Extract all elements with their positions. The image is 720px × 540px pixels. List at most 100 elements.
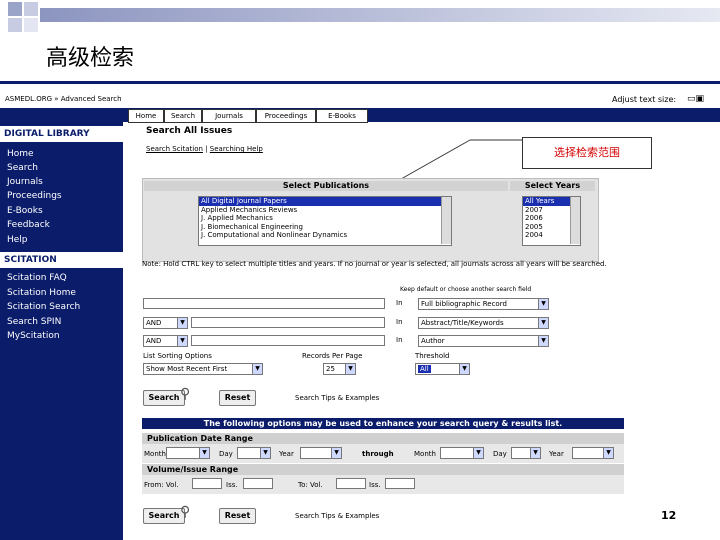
field-select-value: Full bibliographic Record	[421, 300, 507, 308]
to-issue-input[interactable]	[385, 478, 415, 489]
day-label: Day	[219, 450, 233, 458]
to-volume-input[interactable]	[336, 478, 366, 489]
search-tips-link[interactable]: Search Tips & Examples	[295, 394, 379, 402]
day-label: Day	[493, 450, 507, 458]
sidebar-item-home[interactable]: Home	[7, 149, 34, 159]
callout-select-scope: 选择检索范围	[522, 137, 652, 169]
select-years-header: Select Years	[510, 181, 595, 191]
tab-search[interactable]: Search	[164, 109, 202, 123]
from-day-select[interactable]: ▼	[237, 447, 271, 459]
month-label: Month	[414, 450, 436, 458]
list-item[interactable]: All Digital Journal Papers	[199, 197, 451, 206]
field-select-3[interactable]: Author ▼	[418, 335, 549, 347]
sidebar-item-ebooks[interactable]: E-Books	[7, 206, 43, 216]
sidebar-item-journals[interactable]: Journals	[7, 177, 43, 187]
list-item[interactable]: J. Biomechanical Engineering	[199, 223, 451, 232]
threshold-label: Threshold	[415, 352, 450, 360]
text-size-icons[interactable]: ▭▣	[687, 94, 704, 104]
selection-note: Note: Hold CTRL key to select multiple t…	[142, 260, 607, 268]
search-term-input-3[interactable]	[191, 335, 385, 346]
decor-square	[8, 2, 22, 16]
site-breadcrumb: ASMEDL.ORG » Advanced Search	[5, 95, 122, 103]
chevron-down-icon: ▼	[603, 448, 613, 458]
to-year-select[interactable]: ▼	[572, 447, 614, 459]
sidebar-section-scitation: SCITATION	[0, 252, 123, 268]
boolean-value: AND	[146, 319, 162, 327]
text-larger-icon[interactable]: ▣	[696, 94, 705, 104]
to-vol-label: To: Vol.	[298, 481, 323, 489]
search-scitation-link[interactable]: Search Scitation	[146, 145, 203, 153]
sidebar-item-search-spin[interactable]: Search SPIN	[7, 317, 61, 327]
page-number: 12	[661, 509, 677, 522]
search-button[interactable]: Search	[143, 390, 185, 406]
in-label: In	[396, 318, 403, 326]
from-vol-label: From: Vol.	[144, 481, 179, 489]
chevron-down-icon: ▼	[177, 336, 187, 346]
publications-listbox[interactable]: All Digital Journal Papers Applied Mecha…	[198, 196, 452, 246]
sorting-select[interactable]: Show Most Recent First ▼	[143, 363, 263, 375]
search-tips-link-bottom[interactable]: Search Tips & Examples	[295, 512, 379, 520]
threshold-value: All	[418, 365, 431, 373]
chevron-down-icon: ▼	[331, 448, 341, 458]
month-label: Month	[144, 450, 166, 458]
sidebar-item-feedback[interactable]: Feedback	[7, 220, 50, 230]
list-item[interactable]: J. Computational and Nonlinear Dynamics	[199, 231, 451, 240]
from-volume-input[interactable]	[192, 478, 222, 489]
to-month-select[interactable]: ▼	[440, 447, 484, 459]
from-year-select[interactable]: ▼	[300, 447, 342, 459]
tab-proceedings[interactable]: Proceedings	[256, 109, 316, 123]
threshold-select[interactable]: All ▼	[415, 363, 470, 375]
sidebar-item-scitation-search[interactable]: Scitation Search	[7, 302, 80, 312]
field-select-1[interactable]: Full bibliographic Record ▼	[418, 298, 549, 310]
chevron-down-icon: ▼	[260, 448, 270, 458]
chevron-down-icon: ▼	[473, 448, 483, 458]
chevron-down-icon: ▼	[459, 364, 469, 374]
sidebar-item-myscitation[interactable]: MyScitation	[7, 331, 60, 341]
tab-home[interactable]: Home	[128, 109, 164, 123]
sidebar-section-digital-library: DIGITAL LIBRARY	[0, 126, 123, 142]
years-scrollbar[interactable]	[570, 197, 580, 244]
searching-help-link[interactable]: Searching Help	[210, 145, 263, 153]
tab-journals[interactable]: Journals	[202, 109, 256, 123]
decor-bar	[40, 8, 720, 22]
reset-button-label: Reset	[224, 393, 251, 402]
search-button-label: Search	[148, 393, 180, 402]
search-term-input-1[interactable]	[143, 298, 385, 309]
chevron-down-icon: ▼	[530, 448, 540, 458]
decor-square	[8, 18, 22, 32]
sidebar-item-scitation-faq[interactable]: Scitation FAQ	[7, 273, 67, 283]
records-per-page-select[interactable]: 25 ▼	[323, 363, 356, 375]
from-issue-input[interactable]	[243, 478, 273, 489]
sidebar-item-proceedings[interactable]: Proceedings	[7, 191, 62, 201]
boolean-select-2[interactable]: AND ▼	[143, 335, 188, 347]
publications-scrollbar[interactable]	[441, 197, 451, 244]
reset-button-bottom[interactable]: Reset	[219, 508, 256, 524]
from-iss-label: Iss.	[226, 481, 238, 489]
title-divider	[0, 81, 720, 84]
chevron-down-icon: ▼	[199, 448, 209, 458]
list-item[interactable]: J. Applied Mechanics	[199, 214, 451, 223]
adjust-text-size-label: Adjust text size:	[612, 95, 677, 104]
reset-button[interactable]: Reset	[219, 390, 256, 406]
through-label: through	[362, 450, 394, 458]
magnifier-icon: ⚲	[180, 504, 191, 520]
in-label: In	[396, 336, 403, 344]
chevron-down-icon: ▼	[252, 364, 262, 374]
sidebar-item-help[interactable]: Help	[7, 235, 28, 245]
field-select-2[interactable]: Abstract/Title/Keywords ▼	[418, 317, 549, 329]
text-smaller-icon[interactable]: ▭	[687, 94, 696, 104]
tab-ebooks[interactable]: E-Books	[316, 109, 368, 123]
search-term-input-2[interactable]	[191, 317, 385, 328]
link-separator: |	[205, 145, 208, 153]
search-button-bottom[interactable]: Search	[143, 508, 185, 524]
records-per-page-label: Records Per Page	[302, 352, 363, 360]
from-month-select[interactable]: ▼	[166, 447, 210, 459]
records-value: 25	[326, 365, 335, 373]
year-label: Year	[279, 450, 294, 458]
date-range-header: Publication Date Range	[142, 433, 624, 444]
to-day-select[interactable]: ▼	[511, 447, 541, 459]
list-item[interactable]: Applied Mechanics Reviews	[199, 206, 451, 215]
sidebar-item-search[interactable]: Search	[7, 163, 38, 173]
sidebar-item-scitation-home[interactable]: Scitation Home	[7, 288, 76, 298]
boolean-select-1[interactable]: AND ▼	[143, 317, 188, 329]
